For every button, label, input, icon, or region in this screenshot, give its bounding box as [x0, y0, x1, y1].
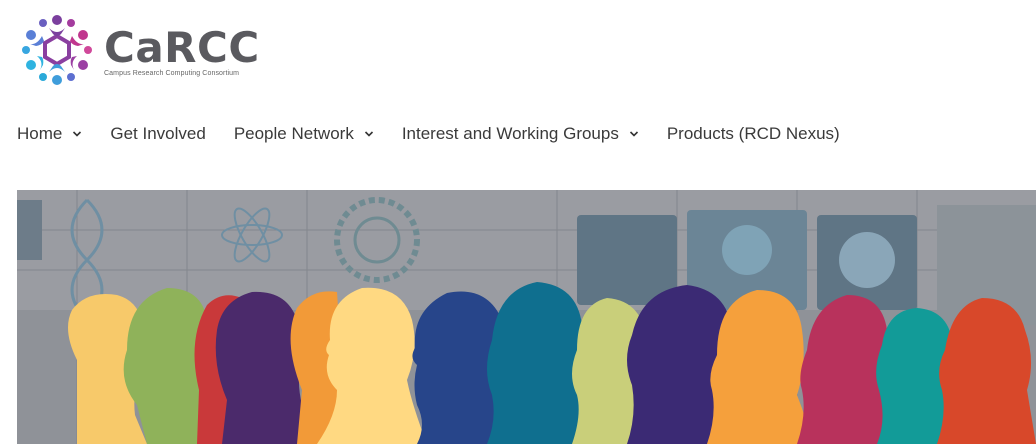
chevron-down-icon	[364, 131, 373, 137]
logo-title: CaRCC	[104, 23, 260, 72]
people-ring-logo-icon	[18, 12, 96, 88]
nav-item-label: Products (RCD Nexus)	[666, 124, 840, 143]
nav-item-label: Home	[17, 124, 63, 143]
hero-banner-image	[17, 190, 1036, 444]
chevron-down-icon	[73, 131, 82, 137]
nav-item-products-rcd-nexus[interactable]: Products (RCD Nexus)	[667, 124, 840, 144]
nav-item-interest-working-groups[interactable]: Interest and Working Groups	[402, 124, 639, 144]
nav-item-label: Interest and Working Groups	[401, 124, 619, 143]
main-navigation: Home Get Involved People Network Interes…	[17, 124, 868, 144]
site-logo[interactable]: CaRCC Campus Research Computing Consorti…	[18, 12, 260, 88]
nav-item-label: People Network	[233, 124, 354, 143]
nav-item-get-involved[interactable]: Get Involved	[110, 124, 205, 144]
nav-item-label: Get Involved	[110, 124, 206, 143]
chevron-down-icon	[629, 131, 638, 137]
nav-item-home[interactable]: Home	[17, 124, 82, 144]
logo-subtitle: Campus Research Computing Consortium	[104, 70, 240, 77]
nav-item-people-network[interactable]: People Network	[234, 124, 374, 144]
